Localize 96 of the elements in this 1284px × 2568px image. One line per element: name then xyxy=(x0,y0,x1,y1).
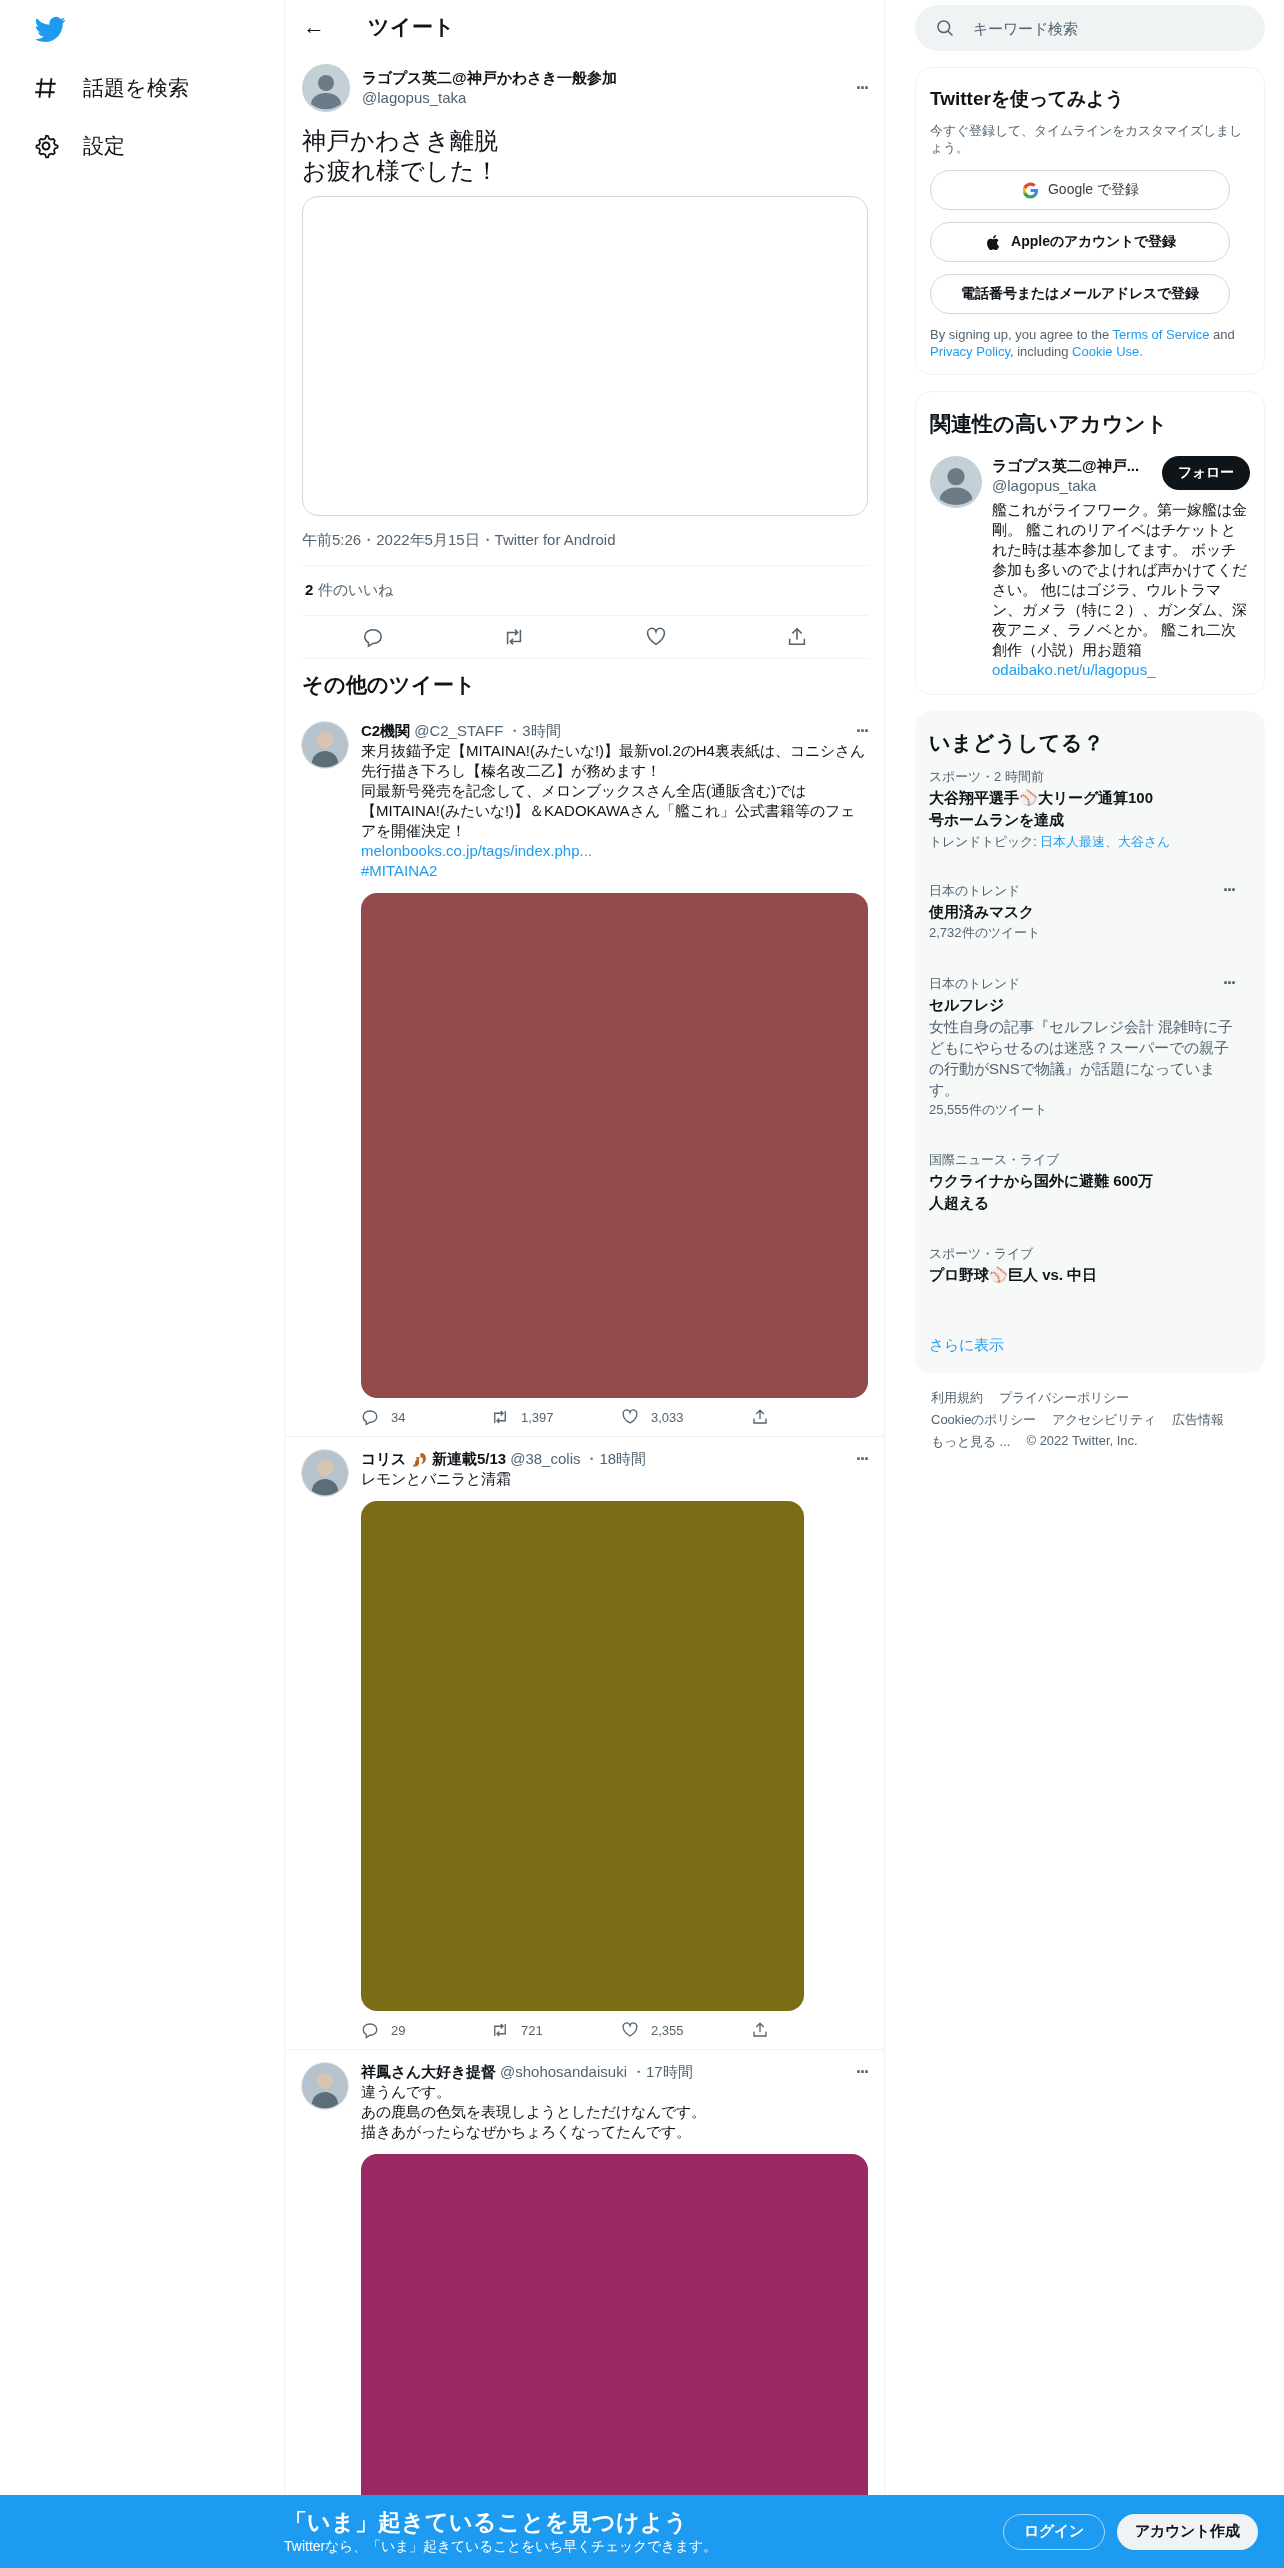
hashtag-icon xyxy=(33,75,59,101)
share-icon[interactable] xyxy=(751,2021,769,2039)
search-field[interactable]: キーワード検索 xyxy=(973,5,1245,51)
footer-link[interactable]: アクセシビリティ xyxy=(1052,1411,1157,1429)
tweet-text: レモンとバニラと清霜 xyxy=(361,1469,512,1489)
like-icon xyxy=(621,2021,639,2039)
trend-context: スポーツ・2 時間前 xyxy=(929,768,1044,786)
reply-icon xyxy=(361,1408,379,1426)
retweet-icon xyxy=(491,2021,509,2039)
author-name[interactable]: ラゴプス英二@神戸かわさき一般参加 xyxy=(362,68,617,88)
share-icon[interactable] xyxy=(751,1408,769,1426)
trend-context: 日本のトレンド xyxy=(929,974,1020,993)
tweet-count: 2,732件のツイート xyxy=(929,924,1041,942)
retweet-icon xyxy=(491,1408,509,1426)
tweet-text: 同最新号発売を記念して、メロンブックスさん全店(通販含む)では【MITAINA!(みたいな!)】＆KADOKAWAさん「艦これ」公式書籍等のフェアを開催決定！ xyxy=(361,781,856,841)
back-button[interactable]: ← xyxy=(303,14,368,40)
author-handle[interactable]: @lagopus_taka xyxy=(362,88,617,108)
tweet-count: 25,555件のツイート xyxy=(929,1101,1048,1119)
footer-link[interactable]: 利用規約 xyxy=(931,1389,983,1407)
reply-icon xyxy=(361,2021,379,2039)
more-button[interactable]: ··· xyxy=(1222,973,1235,994)
trend-title[interactable]: セルフレジ xyxy=(929,994,1159,1016)
account-handle[interactable]: @lagopus_taka xyxy=(992,476,1140,496)
trend-topics: トレンドトピック: 日本人最速、大谷さん xyxy=(929,833,1172,850)
reply-button[interactable]: 34 xyxy=(361,1408,491,1426)
footer-link[interactable]: プライバシーポリシー xyxy=(999,1389,1129,1407)
tweet-text: 神戸かわさき離脱 お疲れ様でした！ xyxy=(302,126,500,186)
author-name-suffix[interactable]: 新連載5/13 xyxy=(432,1449,507,1469)
settings-icon xyxy=(33,133,59,159)
tweet-time[interactable]: ・3時間 xyxy=(507,721,561,741)
card-title: いまどうしてる？ xyxy=(929,730,1105,757)
footer-link[interactable]: 広告情報 xyxy=(1172,1411,1225,1429)
like-icon xyxy=(621,1408,639,1426)
avatar-icon[interactable] xyxy=(930,456,982,508)
author-name[interactable]: C2機関 xyxy=(361,721,411,741)
likes-count[interactable]: 2 件のいいね xyxy=(305,581,393,598)
signup-button[interactable]: 電話番号またはメールアドレスで登録 xyxy=(930,274,1230,314)
trend-context: 国際ニュース・ライブ xyxy=(929,1151,1059,1169)
trend-title[interactable]: ウクライナから国外に避難 600万人超える xyxy=(929,1170,1159,1214)
account-bio: 艦これがライフワーク。第一嫁艦は金剛。 艦これのリアイベはチケットとれた時は基本参加してます。 ボッチ参加も多いのでよければ声かけてください。 他にはゴジラ、ウルトラマン、ガメラ（特に２）、ガンダム、深夜アニメ、ラノベとか。 艦これ二次創作（小説）用お題箱 odaibako.net/u/lagopus_ xyxy=(992,500,1248,680)
nav-item[interactable]: 設定 xyxy=(33,117,284,175)
author-handle[interactable]: @38_colis xyxy=(510,1449,581,1469)
more-button[interactable]: ··· xyxy=(856,1449,868,1469)
like-button[interactable]: 2,355 xyxy=(621,2021,751,2039)
footer-link[interactable]: Cookieのポリシー xyxy=(931,1411,1037,1429)
avatar-icon[interactable] xyxy=(301,1449,349,1497)
banner-subtitle: Twitterなら、「いま」起きていることをいち早くチェックできます。 xyxy=(284,2538,719,2556)
more-button[interactable]: ··· xyxy=(856,721,868,741)
signup-button[interactable]: Appleのアカウントで登録 xyxy=(930,222,1230,262)
trend-context: 日本のトレンド xyxy=(929,881,1020,900)
card-title: 関連性の高いアカウント xyxy=(930,411,1169,437)
retweet-button[interactable]: 1,397 xyxy=(491,1408,621,1426)
retweet-button[interactable]: 721 xyxy=(491,2021,621,2039)
copyright-text: © 2022 Twitter, Inc. xyxy=(1026,1433,1138,1450)
tweet-time[interactable]: ・17時間 xyxy=(631,2062,693,2082)
account-name[interactable]: ラゴプス英二@神戸... xyxy=(992,456,1140,476)
search-bar[interactable]: キーワード検索 xyxy=(915,5,1265,51)
tweet-text: あの鹿島の色気を表現しようとしただけなんです。 xyxy=(361,2102,707,2122)
tweet-text: 来月抜錨予定【MITAINA!(みたいな!)】最新vol.2のH4裏表紙は、コニシさん先行描き下ろし【榛名改二乙】が務めます！ xyxy=(361,741,866,781)
more-button[interactable]: ··· xyxy=(856,77,868,99)
more-button[interactable]: ··· xyxy=(856,2062,868,2082)
google-g-icon xyxy=(1020,180,1040,200)
trend-description: 女性自身の記事『セルフレジ会計 混雑時に子どもにやらせるのは迷惑？スーパーでの親子の行動がSNSで物議』が話題になっています。 xyxy=(929,1017,1235,1100)
tweet-text: 違うんです。 xyxy=(361,2082,452,2102)
legal-text: By signing up, you agree to the Terms of Service and Privacy Policy, including Cookie Use. xyxy=(930,326,1236,360)
follow-button[interactable]: フォロー xyxy=(1162,456,1250,490)
nav-item[interactable]: 話題を検索 xyxy=(33,59,284,117)
signup-button[interactable]: Google で登録 xyxy=(930,170,1230,210)
footer-link[interactable]: もっと見る ... xyxy=(931,1433,1011,1451)
page-title: ツイート xyxy=(368,14,455,40)
tweet-time[interactable]: ・18時間 xyxy=(584,1449,647,1469)
like-button[interactable]: 3,033 xyxy=(621,1408,751,1426)
tweet-text: 描きあがったらなぜかちょろくなってたんです。 xyxy=(361,2122,692,2142)
like-icon[interactable] xyxy=(644,626,667,648)
author-handle[interactable]: @C2_STAFF xyxy=(414,721,504,741)
bird-logo-icon[interactable] xyxy=(35,14,66,45)
more-button[interactable]: ··· xyxy=(1222,880,1235,901)
author-handle[interactable]: @shohosandaisuki xyxy=(500,2062,627,2082)
card-subtitle: 今すぐ登録して、タイムラインをカスタマイズしましょう。 xyxy=(930,122,1243,156)
create-account-button[interactable]: アカウント作成 xyxy=(1117,2513,1258,2550)
author-name[interactable]: コリス xyxy=(361,1449,406,1469)
section-heading: その他のツイート xyxy=(301,672,477,698)
tweet-timestamp[interactable]: 午前5:26・2022年5月15日・Twitter for Android xyxy=(302,516,868,566)
avatar-icon[interactable] xyxy=(302,64,350,112)
reply-button[interactable]: 29 xyxy=(361,2021,491,2039)
trend-title[interactable]: プロ野球⚾巨人 vs. 中日 xyxy=(929,1264,1159,1286)
card-title: Twitterを使ってみよう xyxy=(930,87,1125,111)
author-name[interactable]: 祥鳳さん大好き提督 xyxy=(361,2062,496,2082)
trend-title[interactable]: 大谷翔平選手⚾大リーグ通算100号ホームランを達成 xyxy=(929,787,1159,831)
reply-icon[interactable] xyxy=(361,626,384,648)
trend-title[interactable]: 使用済みマスク xyxy=(929,901,1159,923)
banner-title: 「いま」起きていることを見つけよう xyxy=(284,2508,689,2537)
search-icon xyxy=(935,18,955,38)
avatar-icon[interactable] xyxy=(301,721,349,769)
avatar-icon[interactable] xyxy=(301,2062,349,2110)
trend-context: スポーツ・ライブ xyxy=(929,1245,1033,1263)
